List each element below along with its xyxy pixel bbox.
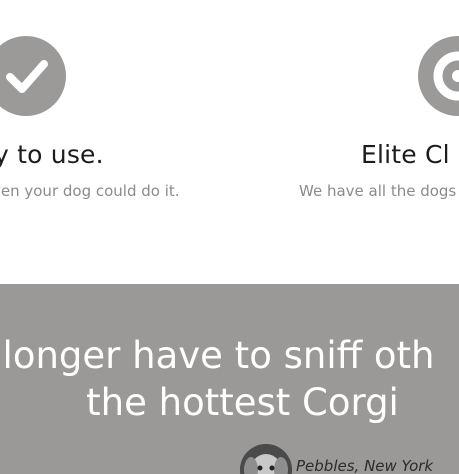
checkmark-icon xyxy=(0,36,66,116)
feature-description: We have all the dogs xyxy=(299,182,457,200)
award-icon xyxy=(418,36,459,116)
quote-line: longer have to sniff oth xyxy=(2,334,435,377)
testimonial-section: longer have to sniff oth the hottest Cor… xyxy=(0,284,459,474)
feature-title: Elite Cl xyxy=(361,140,450,169)
features-section: y to use. ven your dog could do it. Elit… xyxy=(0,0,459,284)
feature-title: y to use. xyxy=(0,140,104,169)
testimonial-author: Pebbles, New York xyxy=(296,457,434,474)
testimonial-quote: longer have to sniff oth the hottest Cor… xyxy=(0,332,459,426)
quote-line: the hottest Corgi xyxy=(86,381,399,424)
dog-avatar xyxy=(240,444,292,474)
feature-description: ven your dog could do it. xyxy=(0,182,180,200)
